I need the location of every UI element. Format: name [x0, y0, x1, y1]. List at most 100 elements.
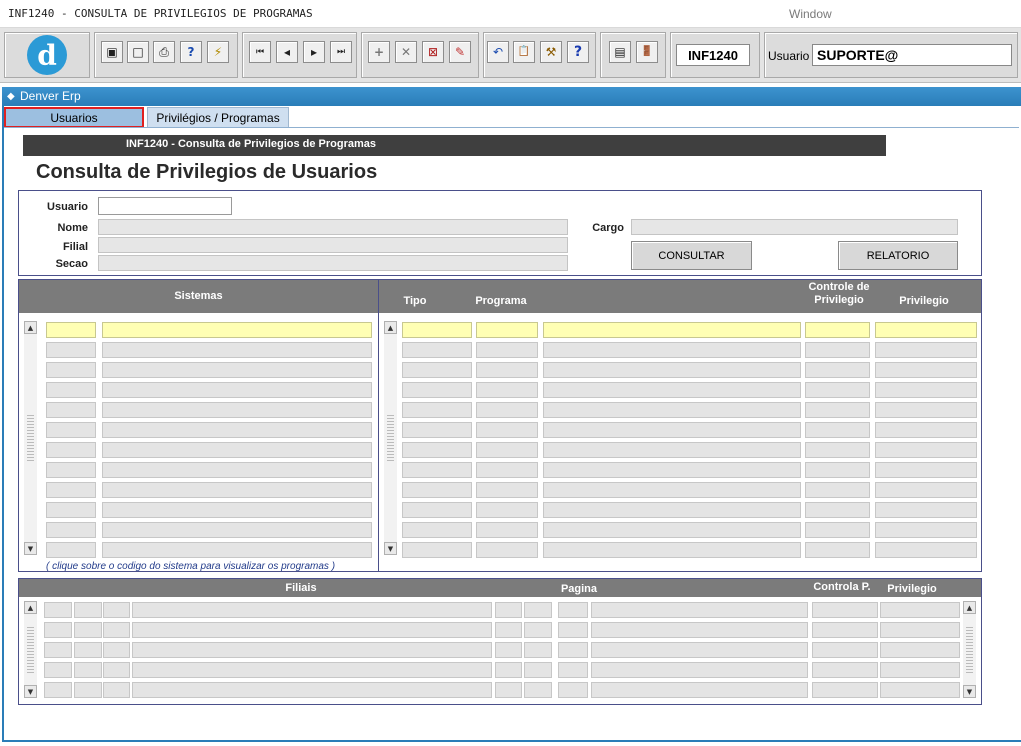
insert-record-icon[interactable]: + [368, 41, 390, 63]
save-icon[interactable]: ▣ [101, 41, 123, 63]
sistema-codigo-cell[interactable] [46, 462, 96, 478]
filial-nome-cell[interactable] [132, 602, 492, 618]
filial-col3-cell[interactable] [103, 642, 130, 658]
programa-tipo-cell[interactable] [402, 502, 472, 518]
delete-record-icon[interactable]: ✕ [395, 41, 417, 63]
programas-scroll-down-icon[interactable]: ▼ [384, 542, 397, 555]
pagina-nome-cell[interactable] [591, 682, 808, 698]
sistema-descricao-cell[interactable] [102, 482, 372, 498]
programa-tipo-cell[interactable] [402, 422, 472, 438]
tab-privilegios-programas[interactable]: Privilégios / Programas [147, 107, 289, 128]
programa-codigo-cell[interactable] [476, 342, 538, 358]
pagina-col2-cell[interactable] [524, 642, 552, 658]
tools-icon[interactable]: ⚒ [540, 41, 562, 63]
programa-tipo-cell[interactable] [402, 442, 472, 458]
programa-controle-cell[interactable] [805, 382, 870, 398]
programa-privilegio-cell[interactable] [875, 382, 977, 398]
pagina-col2-cell[interactable] [524, 622, 552, 638]
programa-controle-cell[interactable] [805, 402, 870, 418]
filial-col1-cell[interactable] [44, 602, 72, 618]
edit-icon[interactable]: ✎ [449, 41, 471, 63]
first-record-icon[interactable]: ⏮ [249, 41, 271, 63]
programa-privilegio-cell[interactable] [875, 362, 977, 378]
filial-nome-cell[interactable] [132, 622, 492, 638]
programa-privilegio-cell[interactable] [875, 442, 977, 458]
programa-codigo-cell[interactable] [476, 442, 538, 458]
controla-p-cell[interactable] [812, 642, 878, 658]
relatorio-button[interactable]: RELATORIO [838, 241, 958, 270]
sistema-descricao-cell[interactable] [102, 362, 372, 378]
controla-p-cell[interactable] [812, 682, 878, 698]
programa-controle-cell[interactable] [805, 442, 870, 458]
filiais-scroll-grip[interactable] [27, 627, 34, 673]
programa-controle-cell[interactable] [805, 322, 870, 338]
programa-tipo-cell[interactable] [402, 542, 472, 558]
programa-codigo-cell[interactable] [476, 322, 538, 338]
filial-nome-cell[interactable] [132, 682, 492, 698]
programa-nome-cell[interactable] [543, 342, 801, 358]
programa-codigo-cell[interactable] [476, 462, 538, 478]
cancel-query-icon[interactable]: ⊠ [422, 41, 444, 63]
programas-scrollbar[interactable]: ▲ ▼ [384, 321, 397, 555]
filiais-right-scrollbar[interactable]: ▲ ▼ [963, 601, 976, 698]
controla-p-cell[interactable] [812, 602, 878, 618]
pagina-col1-cell[interactable] [495, 602, 522, 618]
last-record-icon[interactable]: ⏭ [330, 41, 352, 63]
programa-nome-cell[interactable] [543, 462, 801, 478]
pagina-col2-cell[interactable] [524, 662, 552, 678]
filial-privilegio-cell[interactable] [880, 602, 960, 618]
pagina-col3-cell[interactable] [558, 682, 588, 698]
pagina-nome-cell[interactable] [591, 622, 808, 638]
programa-controle-cell[interactable] [805, 542, 870, 558]
filial-col1-cell[interactable] [44, 622, 72, 638]
filial-nome-cell[interactable] [132, 662, 492, 678]
filial-col3-cell[interactable] [103, 622, 130, 638]
filial-col3-cell[interactable] [103, 602, 130, 618]
sistema-codigo-cell[interactable] [46, 442, 96, 458]
programa-controle-cell[interactable] [805, 462, 870, 478]
sistema-codigo-cell[interactable] [46, 542, 96, 558]
sistema-descricao-cell[interactable] [102, 402, 372, 418]
filiais-scroll-up-icon[interactable]: ▲ [24, 601, 37, 614]
sistema-codigo-cell[interactable] [46, 482, 96, 498]
programa-codigo-cell[interactable] [476, 382, 538, 398]
pagina-col1-cell[interactable] [495, 622, 522, 638]
denver-logo-icon[interactable]: d [27, 35, 67, 75]
user-field[interactable]: SUPORTE@ [812, 44, 1012, 66]
sistema-descricao-cell[interactable] [102, 502, 372, 518]
clipboard-icon[interactable]: 📋 [513, 41, 535, 63]
sistema-codigo-cell[interactable] [46, 502, 96, 518]
filial-col1-cell[interactable] [44, 682, 72, 698]
programa-codigo-cell[interactable] [476, 422, 538, 438]
pagina-col2-cell[interactable] [524, 602, 552, 618]
programa-nome-cell[interactable] [543, 362, 801, 378]
programa-tipo-cell[interactable] [402, 402, 472, 418]
sistema-codigo-cell[interactable] [46, 382, 96, 398]
programa-controle-cell[interactable] [805, 522, 870, 538]
programa-controle-cell[interactable] [805, 342, 870, 358]
filial-nome-cell[interactable] [132, 642, 492, 658]
controla-p-cell[interactable] [812, 662, 878, 678]
programa-nome-cell[interactable] [543, 422, 801, 438]
sistema-descricao-cell[interactable] [102, 542, 372, 558]
sistema-descricao-cell[interactable] [102, 422, 372, 438]
pagina-col3-cell[interactable] [558, 642, 588, 658]
usuario-input[interactable] [98, 197, 232, 215]
filial-col2-cell[interactable] [74, 662, 102, 678]
sistema-codigo-cell[interactable] [46, 342, 96, 358]
programa-nome-cell[interactable] [543, 482, 801, 498]
programa-nome-cell[interactable] [543, 382, 801, 398]
programa-nome-cell[interactable] [543, 402, 801, 418]
pagina-nome-cell[interactable] [591, 642, 808, 658]
programa-codigo-cell[interactable] [476, 542, 538, 558]
sistema-descricao-cell[interactable] [102, 522, 372, 538]
pagina-nome-cell[interactable] [591, 662, 808, 678]
filial-col2-cell[interactable] [74, 622, 102, 638]
programa-codigo-cell[interactable] [476, 402, 538, 418]
window-icon[interactable]: □ [127, 41, 149, 63]
sistema-codigo-cell[interactable] [46, 402, 96, 418]
sistema-descricao-cell[interactable] [102, 382, 372, 398]
sistema-descricao-cell[interactable] [102, 442, 372, 458]
filiais-scroll-down-icon[interactable]: ▼ [24, 685, 37, 698]
sistema-codigo-cell[interactable] [46, 522, 96, 538]
